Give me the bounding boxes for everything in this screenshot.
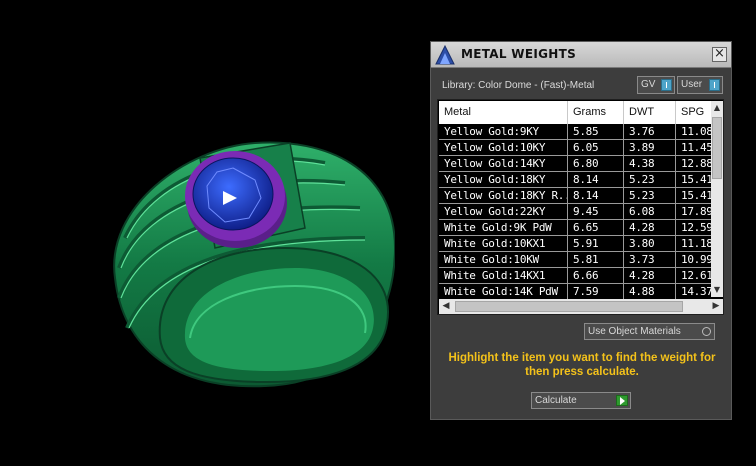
table-row[interactable]: White Gold:14K PdW 7.59 4.88 14.37	[439, 284, 723, 300]
calculate-label: Calculate	[535, 395, 577, 406]
ring-3d-model[interactable]	[95, 128, 395, 398]
table-row[interactable]: Yellow Gold:14KY 6.80 4.38 12.88	[439, 156, 723, 172]
cell-metal[interactable]: Yellow Gold:18KY	[439, 172, 568, 188]
scroll-right-arrow-icon[interactable]: ▶	[709, 299, 723, 314]
toggle-icon	[661, 79, 672, 91]
cell-grams[interactable]: 6.05	[568, 140, 624, 156]
user-toggle[interactable]: User	[677, 76, 723, 94]
cell-grams[interactable]: 5.85	[568, 124, 624, 140]
cell-dwt[interactable]: 3.76	[624, 124, 676, 140]
library-label: Library: Color Dome - (Fast)-Metal	[442, 80, 595, 91]
table-row[interactable]: White Gold:10KW 5.81 3.73 10.99	[439, 252, 723, 268]
vertical-scrollbar[interactable]: ▲ ▼	[711, 101, 723, 297]
close-icon: ×	[714, 46, 725, 61]
cell-metal[interactable]: White Gold:14KX1	[439, 268, 568, 284]
cell-grams[interactable]: 7.59	[568, 284, 624, 300]
radio-icon[interactable]	[702, 327, 711, 336]
cell-grams[interactable]: 8.14	[568, 188, 624, 204]
table-header: Metal Grams DWT SPG	[439, 101, 723, 124]
cell-grams[interactable]: 6.80	[568, 156, 624, 172]
horizontal-scroll-thumb[interactable]	[455, 301, 683, 312]
horizontal-scrollbar[interactable]: ◀ ▶	[439, 299, 723, 314]
cell-grams[interactable]: 5.91	[568, 236, 624, 252]
table-row[interactable]: Yellow Gold:22KY 9.45 6.08 17.89	[439, 204, 723, 220]
cell-metal[interactable]: Yellow Gold:9KY	[439, 124, 568, 140]
cell-metal[interactable]: Yellow Gold:18KY R...	[439, 188, 568, 204]
cell-grams[interactable]: 6.66	[568, 268, 624, 284]
table-row[interactable]: Yellow Gold:18KY R... 8.14 5.23 15.41	[439, 188, 723, 204]
scroll-left-arrow-icon[interactable]: ◀	[439, 299, 453, 314]
cell-metal[interactable]: Yellow Gold:10KY	[439, 140, 568, 156]
gv-label: GV	[641, 79, 656, 90]
cell-dwt[interactable]: 4.28	[624, 220, 676, 236]
cell-metal[interactable]: White Gold:14K PdW	[439, 284, 568, 300]
cell-grams[interactable]: 9.45	[568, 204, 624, 220]
cell-grams[interactable]: 6.65	[568, 220, 624, 236]
vertical-scroll-thumb[interactable]	[712, 117, 722, 179]
gv-toggle[interactable]: GV	[637, 76, 675, 94]
instruction-text: Highlight the item you want to find the …	[448, 352, 716, 378]
table-row[interactable]: Yellow Gold:9KY 5.85 3.76 11.08	[439, 124, 723, 140]
cell-dwt[interactable]: 3.89	[624, 140, 676, 156]
cell-metal[interactable]: Yellow Gold:14KY	[439, 156, 568, 172]
table-row[interactable]: White Gold:14KX1 6.66 4.28 12.61	[439, 268, 723, 284]
calculate-button[interactable]: Calculate	[531, 392, 631, 409]
cell-dwt[interactable]: 4.88	[624, 284, 676, 300]
cell-dwt[interactable]: 3.73	[624, 252, 676, 268]
user-label: User	[681, 79, 703, 90]
cell-dwt[interactable]: 5.23	[624, 188, 676, 204]
column-header-dwt[interactable]: DWT	[624, 101, 676, 124]
close-button[interactable]: ×	[712, 47, 727, 62]
scroll-down-arrow-icon[interactable]: ▼	[711, 283, 723, 297]
table-row[interactable]: Yellow Gold:10KY 6.05 3.89 11.45	[439, 140, 723, 156]
table-row[interactable]: White Gold:9K PdW 6.65 4.28 12.59	[439, 220, 723, 236]
cell-grams[interactable]: 5.81	[568, 252, 624, 268]
cell-metal[interactable]: White Gold:10KX1	[439, 236, 568, 252]
table-row[interactable]: Yellow Gold:18KY 8.14 5.23 15.41	[439, 172, 723, 188]
column-header-grams[interactable]: Grams	[568, 101, 624, 124]
scroll-up-arrow-icon[interactable]: ▲	[711, 101, 723, 115]
cell-dwt[interactable]: 3.80	[624, 236, 676, 252]
cell-dwt[interactable]: 5.23	[624, 172, 676, 188]
cell-dwt[interactable]: 6.08	[624, 204, 676, 220]
panel-title: METAL WEIGHTS	[461, 47, 577, 61]
title-bar[interactable]: METAL WEIGHTS ×	[431, 42, 731, 68]
cell-grams[interactable]: 8.14	[568, 172, 624, 188]
metal-weights-panel: METAL WEIGHTS × Library: Color Dome - (F…	[430, 41, 732, 420]
cell-dwt[interactable]: 4.28	[624, 268, 676, 284]
cell-dwt[interactable]: 4.38	[624, 156, 676, 172]
table-row[interactable]: White Gold:10KX1 5.91 3.80 11.18	[439, 236, 723, 252]
column-header-metal[interactable]: Metal	[439, 101, 568, 124]
go-arrow-icon	[616, 395, 628, 406]
rhino-logo-icon	[435, 44, 455, 65]
metal-table[interactable]: Metal Grams DWT SPG Yellow Gold:9KY 5.85 3…	[437, 99, 724, 315]
use-object-materials-option[interactable]: Use Object Materials	[584, 323, 715, 340]
cell-metal[interactable]: White Gold:9K PdW	[439, 220, 568, 236]
cell-metal[interactable]: Yellow Gold:22KY	[439, 204, 568, 220]
use-object-materials-label: Use Object Materials	[588, 326, 681, 337]
toggle-icon	[709, 79, 720, 91]
cell-metal[interactable]: White Gold:10KW	[439, 252, 568, 268]
